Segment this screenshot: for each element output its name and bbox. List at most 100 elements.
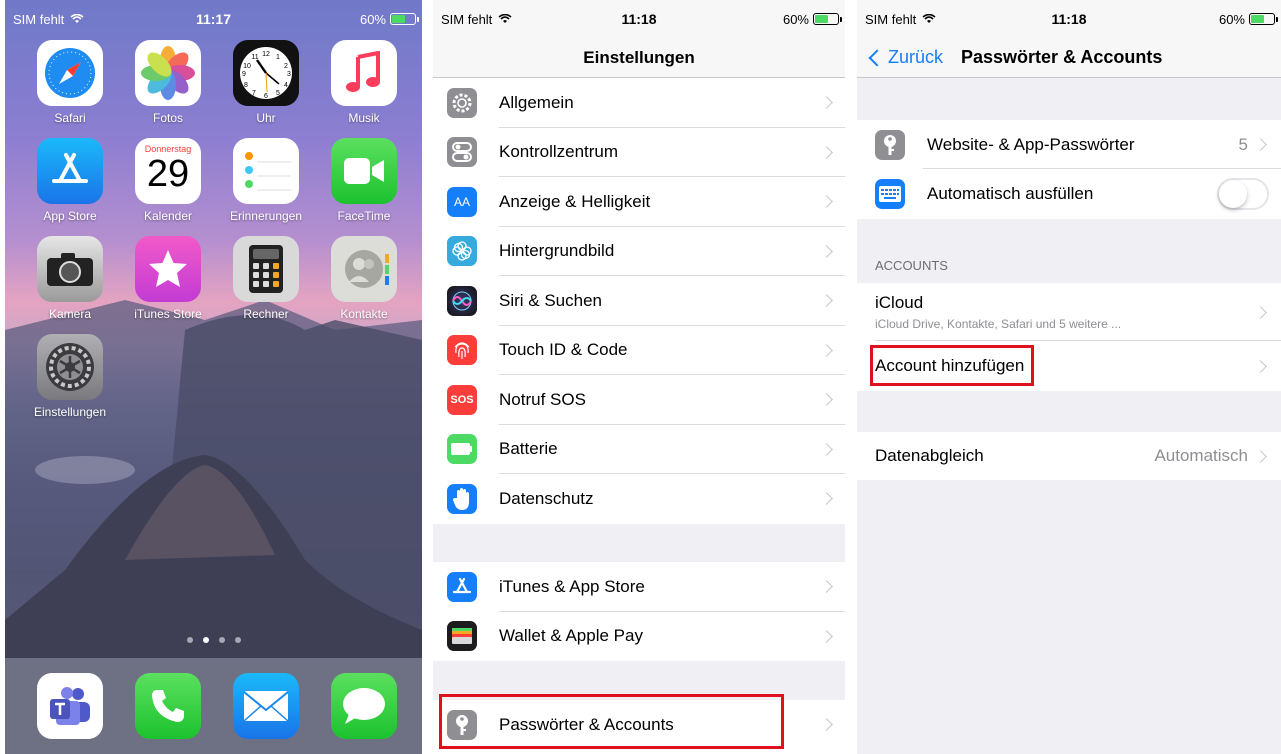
app-label: App Store [43, 209, 97, 223]
app-store-icon [37, 138, 103, 204]
icloud-row[interactable]: iCloud iCloud Drive, Kontakte, Safari un… [857, 283, 1281, 341]
app-clock[interactable]: 12 1 2 3 4 5 6 7 8 9 10 11 Uhr [219, 40, 313, 125]
clock-number: 4 [284, 82, 288, 89]
phone-icon [135, 673, 201, 739]
app-camera[interactable]: Kamera [23, 236, 117, 321]
wallpaper-icon [447, 236, 477, 267]
settings-row-itunes-app-store[interactable]: iTunes & App Store [433, 562, 845, 612]
dock-app-messages[interactable] [317, 673, 411, 739]
app-safari[interactable]: Safari [23, 40, 117, 125]
app-store-icon [447, 571, 477, 602]
clock-number: 9 [242, 71, 246, 78]
settings-row-battery[interactable]: Batterie [433, 425, 845, 474]
app-contacts[interactable]: Kontakte [317, 236, 411, 321]
app-label: Erinnerungen [229, 209, 303, 223]
app-photos[interactable]: Fotos [121, 40, 215, 125]
chevron-right-icon [1254, 305, 1267, 319]
gear-icon [447, 87, 477, 118]
settings-row-wallpaper[interactable]: Hintergrundbild [433, 227, 845, 276]
photos-icon [135, 40, 201, 106]
clock-number: 7 [252, 90, 256, 97]
website-passwords-row[interactable]: Website- & App-Passwörter 5 [857, 120, 1281, 169]
app-music[interactable]: Musik [317, 40, 411, 125]
chevron-right-icon [820, 629, 833, 643]
settings-row-control-center[interactable]: Kontrollzentrum [433, 128, 845, 177]
siri-icon [447, 285, 477, 316]
settings-row-privacy[interactable]: Datenschutz [433, 474, 845, 524]
app-facetime[interactable]: FaceTime [317, 138, 411, 223]
app-itunes-store[interactable]: iTunes Store [121, 236, 215, 321]
status-bar: SIM fehlt 11:17 60% [5, 0, 422, 38]
app-calendar[interactable]: Donnerstag 29 Kalender [121, 138, 215, 223]
chevron-right-icon [820, 580, 833, 594]
facetime-icon [331, 138, 397, 204]
fetch-group: Datenabgleich Automatisch [857, 432, 1281, 480]
app-reminders[interactable]: Erinnerungen [219, 138, 313, 223]
row-label: iTunes & App Store [499, 576, 645, 596]
chevron-right-icon [1254, 138, 1267, 151]
navigation-bar: Zurück Passwörter & Accounts [857, 38, 1281, 78]
clock-number: 10 [243, 63, 251, 70]
row-label: Notruf SOS [499, 389, 586, 409]
status-time: 11:18 [1051, 11, 1087, 27]
settings-row-display[interactable]: AA Anzeige & Helligkeit [433, 177, 845, 227]
app-label: FaceTime [337, 209, 391, 223]
settings-row-general[interactable]: Allgemein [433, 78, 845, 128]
autofill-toggle[interactable] [1217, 178, 1269, 210]
calculator-icon [233, 236, 299, 302]
back-button[interactable]: Zurück [867, 47, 943, 68]
chevron-right-icon [820, 195, 833, 209]
clock-number: 1 [276, 54, 280, 61]
chevron-right-icon [820, 96, 833, 110]
dock-app-teams[interactable] [23, 673, 117, 739]
app-label: iTunes Store [134, 307, 202, 321]
row-label: Hintergrundbild [499, 241, 615, 261]
highlight-box [870, 345, 1034, 386]
row-label: Touch ID & Code [499, 340, 628, 360]
app-label: Kalender [143, 209, 193, 223]
app-label: Safari [54, 111, 86, 125]
chevron-right-icon [820, 244, 833, 258]
settings-row-touch-id[interactable]: Touch ID & Code [433, 326, 845, 375]
status-bar: SIM fehlt 11:18 60% [857, 0, 1281, 38]
battery-percent: 60% [1218, 11, 1245, 27]
settings-row-siri[interactable]: Siri & Suchen [433, 276, 845, 326]
row-label: Batterie [499, 439, 558, 459]
dock [5, 658, 422, 754]
safari-icon [37, 40, 103, 106]
chevron-right-icon [820, 294, 833, 308]
camera-icon [37, 236, 103, 302]
battery-icon [390, 13, 419, 25]
page-dot [186, 637, 193, 643]
clock-icon: 12 1 2 3 4 5 6 7 8 9 10 11 [233, 40, 299, 106]
password-count: 5 [1238, 134, 1248, 154]
app-app-store[interactable]: App Store [23, 138, 117, 223]
app-settings[interactable]: Einstellungen [23, 334, 117, 419]
chevron-right-icon [820, 393, 833, 407]
clock-number: 12 [262, 51, 270, 58]
chevron-right-icon [820, 442, 833, 456]
home-screen: SIM fehlt 11:17 60% Safari Fotos 12 1 2 … [5, 0, 422, 754]
settings-row-wallet[interactable]: Wallet & Apple Pay [433, 612, 845, 662]
control-center-icon [447, 137, 477, 168]
app-calculator[interactable]: Rechner [219, 236, 313, 321]
app-label: Musik [348, 111, 380, 125]
page-indicator[interactable] [5, 637, 422, 643]
app-label: Rechner [243, 307, 289, 321]
battery-icon [1249, 13, 1278, 25]
clock-number: 3 [287, 71, 291, 78]
app-label: Uhr [256, 111, 276, 125]
page-dot [234, 637, 241, 643]
fetch-new-data-row[interactable]: Datenabgleich Automatisch [857, 432, 1281, 480]
highlight-box [439, 694, 784, 749]
section-header-accounts: ACCOUNTS [875, 258, 948, 273]
passwords-group: Website- & App-Passwörter 5 Automatisch … [857, 120, 1281, 219]
dock-app-phone[interactable] [121, 673, 215, 739]
chevron-right-icon [820, 492, 833, 506]
passwords-accounts-screen: SIM fehlt 11:18 60% Zurück Passwörter & … [857, 0, 1281, 754]
app-label: Kamera [48, 307, 92, 321]
privacy-hand-icon [447, 483, 477, 514]
settings-row-emergency-sos[interactable]: SOS Notruf SOS [433, 375, 845, 425]
battery-percent: 60% [359, 11, 386, 27]
dock-app-mail[interactable] [219, 673, 313, 739]
